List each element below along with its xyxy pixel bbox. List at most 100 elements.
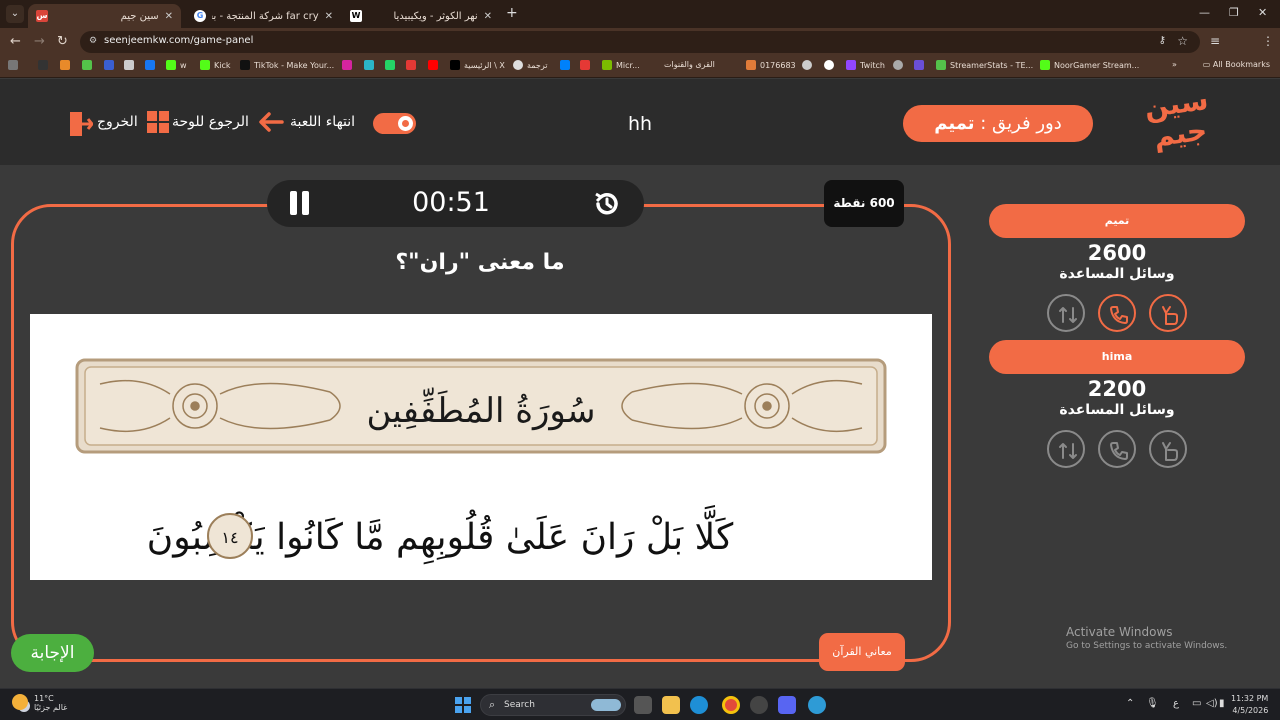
bookmark-translate[interactable]: ترجمة xyxy=(513,60,548,70)
forward-icon[interactable]: → xyxy=(34,34,45,49)
back-to-board-link[interactable]: الرجوع للوحة xyxy=(172,114,249,130)
team-1-phone-aid[interactable] xyxy=(1098,294,1136,332)
team-2-phone-aid[interactable] xyxy=(1098,430,1136,468)
timer-display: 00:51 xyxy=(412,187,490,218)
restore-icon[interactable]: ❐ xyxy=(1229,6,1239,19)
close-window-icon[interactable]: ✕ xyxy=(1258,6,1267,19)
network-icon[interactable]: ▭ xyxy=(1192,698,1201,709)
bookmark-w[interactable]: w xyxy=(166,60,187,70)
weather-widget[interactable]: 11°C غالم جزئيًا xyxy=(12,694,67,712)
seenjeem-logo: سين جيم xyxy=(1142,82,1211,154)
system-clock[interactable]: 11:32 PM 4/5/2026 xyxy=(1231,693,1268,717)
bookmark-icon-globe[interactable] xyxy=(893,60,903,70)
game-panel: 00:51 600 نقطة ما معنى "ران"؟ سُورَةُ ال… xyxy=(0,165,1280,688)
back-icon[interactable]: ← xyxy=(10,34,21,49)
close-tab-icon[interactable]: ✕ xyxy=(484,11,492,22)
verse-number: ١٤ xyxy=(221,528,238,547)
windows-start-icon[interactable] xyxy=(455,697,471,713)
password-key-icon[interactable]: ⚷ xyxy=(1159,35,1166,46)
bookmark-kick[interactable]: Kick xyxy=(200,60,231,70)
activate-windows-watermark: Activate Windows Go to Settings to activ… xyxy=(1066,625,1228,651)
tab-seenjeem[interactable]: س سين جيم ✕ xyxy=(28,4,181,28)
new-tab-button[interactable]: + xyxy=(506,5,518,21)
tab-wikipedia[interactable]: W نهر الكوثر - ويكيبيديا ✕ xyxy=(342,4,500,28)
address-toolbar: ← → ↻ ⚙ seenjeemkw.com/game-panel ⚷ ☆ ≡ … xyxy=(0,28,1280,78)
restart-timer-icon[interactable] xyxy=(592,189,622,223)
answer-button[interactable]: الإجابة xyxy=(11,634,94,672)
menu-icon[interactable]: ⋮ xyxy=(1262,34,1274,48)
reading-list-icon[interactable]: ≡ xyxy=(1210,34,1220,48)
apps-icon[interactable] xyxy=(8,60,18,70)
close-tab-icon[interactable]: ✕ xyxy=(165,11,173,22)
bookmark-streamerstats[interactable]: StreamerStats - TE... xyxy=(936,60,1033,70)
bookmark-icon-youtube[interactable] xyxy=(428,60,438,70)
reload-icon[interactable]: ↻ xyxy=(57,34,68,49)
bookmark-star-icon[interactable]: ☆ xyxy=(1177,34,1188,48)
battery-icon[interactable]: ▮ xyxy=(1219,698,1225,709)
bookmarks-overflow-icon[interactable]: » xyxy=(1172,60,1177,69)
volume-icon[interactable]: ◁) xyxy=(1206,698,1218,709)
bookmark-icon-whatsapp[interactable] xyxy=(385,60,395,70)
chrome-icon[interactable] xyxy=(722,696,740,714)
all-bookmarks-button[interactable]: ▭ All Bookmarks xyxy=(1203,60,1270,69)
bookmark-icon-chat[interactable] xyxy=(914,60,924,70)
tab-google-search[interactable]: G far cry شركة المنتجة - بحث Google ✕ xyxy=(186,4,341,28)
category-badge: معاني القرآن xyxy=(819,633,905,671)
search-highlight-image xyxy=(591,699,621,711)
bookmark-tiktok[interactable]: TikTok - Make Your... xyxy=(240,60,334,70)
swap-icon xyxy=(1059,443,1077,459)
exit-link[interactable]: الخروج xyxy=(97,114,138,130)
language-indicator[interactable]: ع xyxy=(1173,698,1179,709)
tab-search-button[interactable]: ⌄ xyxy=(6,5,24,23)
close-tab-icon[interactable]: ✕ xyxy=(325,11,333,22)
bookmark-icon-meta[interactable] xyxy=(560,60,570,70)
bookmark-noorgamer[interactable]: NoorGamer Stream... xyxy=(1040,60,1139,70)
edge-icon[interactable] xyxy=(690,696,708,714)
taskbar-search[interactable]: ⌕ Search xyxy=(480,694,626,716)
bookmark-icon-insta[interactable] xyxy=(124,60,134,70)
bookmark-icon-github[interactable] xyxy=(824,60,834,70)
task-view-icon[interactable] xyxy=(634,696,652,714)
google-favicon: G xyxy=(194,10,206,22)
bookmark-micr[interactable]: Micr... xyxy=(602,60,640,70)
bookmark-icon-a[interactable] xyxy=(60,60,70,70)
board-grid-icon[interactable] xyxy=(147,111,169,137)
bookmark-icon-r2[interactable] xyxy=(104,60,114,70)
tray-overflow-icon[interactable]: ⌃ xyxy=(1126,698,1134,709)
back-arrow-icon[interactable] xyxy=(258,111,284,137)
pause-icon[interactable] xyxy=(290,191,310,215)
address-bar[interactable]: ⚙ seenjeemkw.com/game-panel ⚷ ☆ xyxy=(80,31,1200,53)
team-2-two-answers-aid[interactable] xyxy=(1149,430,1187,468)
end-game-toggle[interactable] xyxy=(373,113,416,134)
game-name: hh xyxy=(627,113,653,135)
toggle-knob xyxy=(398,116,413,131)
windows-taskbar: 11°C غالم جزئيًا ⌕ Search ⌃ 🎙 ع ▭ ◁) ▮ 1… xyxy=(0,688,1280,720)
bookmark-icon-p[interactable] xyxy=(364,60,374,70)
bookmark-number[interactable]: 0176683 xyxy=(746,60,796,70)
bookmark-icon-circle[interactable] xyxy=(802,60,812,70)
bookmark-channels[interactable]: القرى والقنوات xyxy=(664,60,715,69)
bookmark-x[interactable]: الرئيسية \ X xyxy=(450,60,505,70)
bookmark-icon-facebook[interactable] xyxy=(145,60,155,70)
team-1-two-answers-aid[interactable] xyxy=(1149,294,1187,332)
minimize-icon[interactable]: — xyxy=(1199,6,1210,19)
app-icon[interactable] xyxy=(750,696,768,714)
app-blue-icon[interactable] xyxy=(808,696,826,714)
microphone-icon[interactable]: 🎙 xyxy=(1146,698,1159,709)
team-1-name: تميم xyxy=(989,204,1245,238)
team-2-swap-aid[interactable] xyxy=(1047,430,1085,468)
team-1-swap-aid[interactable] xyxy=(1047,294,1085,332)
team-2-score: 2200 xyxy=(1087,377,1147,401)
bookmark-twitch[interactable]: Twitch xyxy=(846,60,885,70)
end-game-link[interactable]: انتهاء اللعبة xyxy=(290,114,355,130)
bookmark-icon-stats[interactable] xyxy=(82,60,92,70)
exit-door-icon[interactable] xyxy=(69,111,94,141)
bookmark-icon-drive[interactable] xyxy=(580,60,590,70)
file-explorer-icon[interactable] xyxy=(662,696,680,714)
site-info-icon[interactable]: ⚙ xyxy=(89,36,100,47)
bookmark-icon-r[interactable] xyxy=(38,60,48,70)
bookmark-icon-insta2[interactable] xyxy=(342,60,352,70)
discord-icon[interactable] xyxy=(778,696,796,714)
team-2-name: hima xyxy=(989,340,1245,374)
bookmark-icon-y[interactable] xyxy=(406,60,416,70)
